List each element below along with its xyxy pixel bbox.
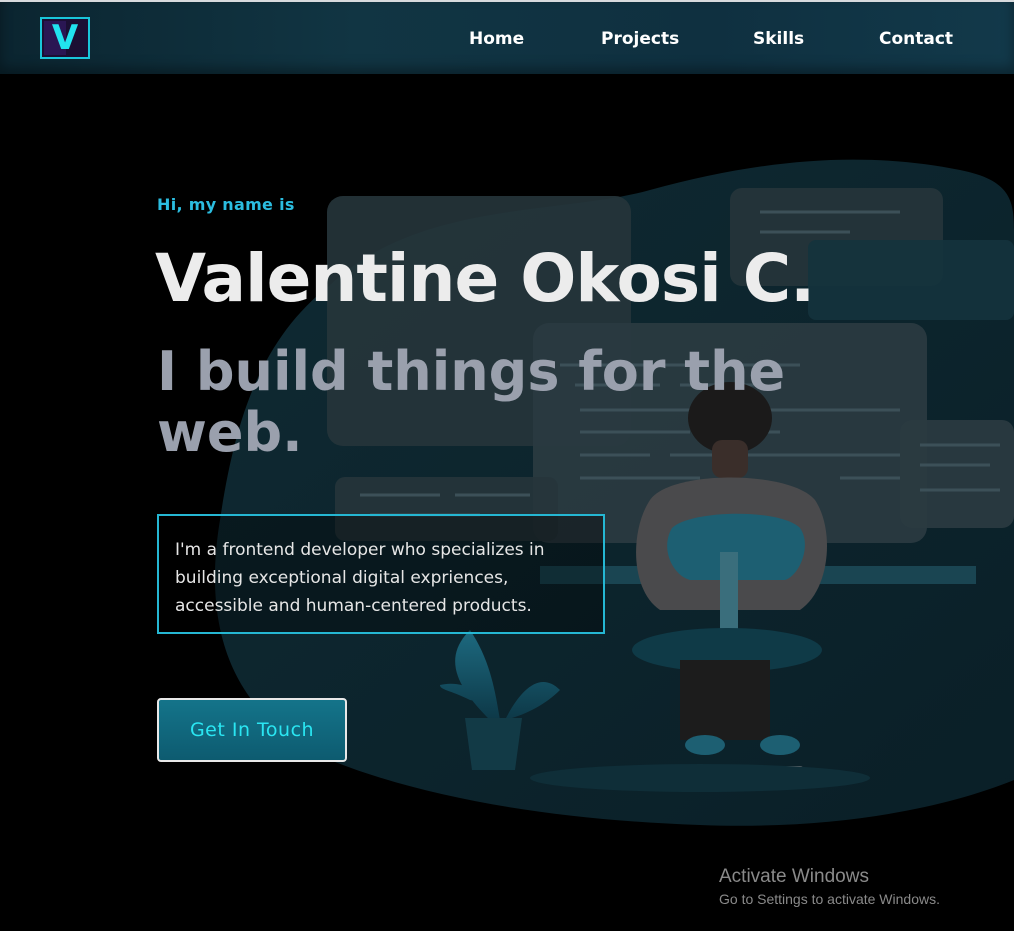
plant-pot	[465, 718, 522, 770]
windows-activation-watermark: Activate Windows Go to Settings to activ…	[719, 865, 940, 909]
get-in-touch-button[interactable]: Get In Touch	[157, 698, 347, 762]
hero-tagline: I build things for the web.	[157, 340, 786, 464]
navbar: V Home Projects Skills Contact	[0, 2, 1014, 74]
shoe-left	[685, 735, 725, 755]
nav-link-skills[interactable]: Skills	[753, 29, 804, 49]
nav-link-projects[interactable]: Projects	[601, 29, 679, 49]
bio-text: I'm a frontend developer who specializes…	[175, 540, 545, 616]
watermark-subtitle: Go to Settings to activate Windows.	[719, 891, 940, 907]
screen-back-right	[808, 240, 1014, 320]
nav-link-home[interactable]: Home	[469, 29, 524, 49]
nav-link-contact[interactable]: Contact	[879, 29, 953, 49]
hero-name: Valentine Okosi C.	[155, 240, 815, 317]
screen-right	[900, 420, 1014, 528]
developer-illustration	[214, 159, 1014, 826]
person-legs	[680, 660, 770, 740]
nav-links: Home Projects Skills Contact	[0, 29, 1014, 53]
floor-shadow	[530, 764, 870, 792]
shoe-right	[760, 735, 800, 755]
watermark-title: Activate Windows	[719, 866, 869, 887]
hero-greeting: Hi, my name is	[157, 195, 295, 214]
bio-box: I'm a frontend developer who specializes…	[157, 514, 605, 634]
